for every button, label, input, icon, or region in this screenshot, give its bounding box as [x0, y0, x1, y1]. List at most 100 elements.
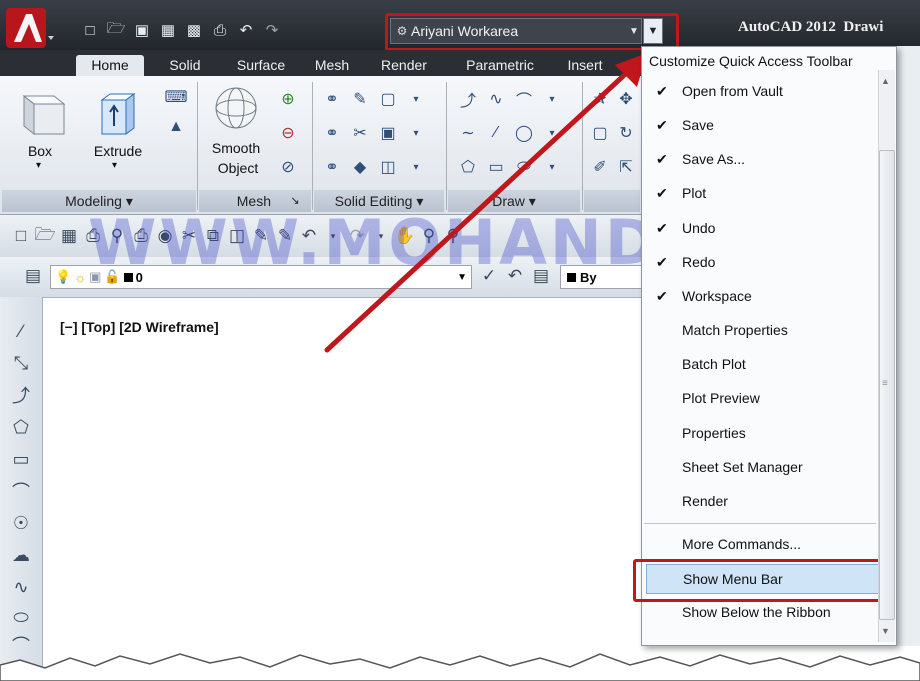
construction-line-icon[interactable]: ⤡	[8, 350, 34, 376]
revolve-icon[interactable]: ⌨	[164, 86, 188, 108]
box-icon[interactable]	[10, 88, 70, 138]
menu-item-label: Open from Vault	[682, 83, 783, 99]
layer-properties-icon[interactable]: ▤	[22, 265, 44, 287]
menu-item-redo[interactable]: ✔ Redo	[646, 248, 878, 276]
workspace-dropdown[interactable]: ⚙ Ariyani Workarea ▼	[390, 18, 642, 44]
spline-icon[interactable]: ∿	[8, 574, 34, 600]
checkmark-icon: ✔	[656, 220, 668, 236]
tab-surface[interactable]: Surface	[226, 55, 296, 76]
sun-icon: ☼	[74, 269, 87, 285]
box-label: Box	[27, 143, 53, 159]
menu-item-label: Match Properties	[682, 322, 788, 338]
polygon-icon[interactable]: ⬠	[8, 414, 34, 440]
chevron-down-icon[interactable]: ▾	[112, 160, 117, 171]
tab-home[interactable]: Home	[76, 55, 144, 76]
save-to-vault-icon[interactable]: ▣	[132, 21, 152, 39]
revision-cloud-icon[interactable]: ☁	[8, 542, 34, 568]
smooth-object-icon[interactable]	[212, 86, 262, 134]
line-icon[interactable]: ∕	[8, 318, 34, 344]
menu-item-render[interactable]: Render	[646, 487, 878, 515]
menu-item-label: More Commands...	[682, 536, 802, 552]
workspace-name: Ariyani Workarea	[411, 23, 519, 39]
polyline-icon[interactable]: ⤴	[8, 382, 34, 408]
save-icon[interactable]: ▦	[58, 225, 80, 247]
checkmark-icon: ✔	[656, 254, 668, 270]
menu-title: Customize Quick Access Toolbar	[649, 53, 853, 69]
plot-icon[interactable]: ⎙	[210, 21, 230, 39]
menu-item-properties[interactable]: Properties	[646, 419, 878, 447]
menu-item-label: Sheet Set Manager	[682, 459, 803, 475]
menu-item-label: Show Menu Bar	[683, 571, 783, 587]
mesh-remove-icon[interactable]: ⊖	[276, 122, 300, 144]
customize-qat-button[interactable]: ▼	[643, 18, 663, 44]
menu-item-label: Undo	[682, 220, 716, 236]
chevron-down-icon[interactable]: ▾	[36, 160, 41, 171]
checkmark-icon: ✔	[656, 117, 668, 133]
extrude-icon[interactable]	[92, 86, 142, 138]
object-label: Object	[217, 160, 259, 176]
menu-item-plot-preview[interactable]: Plot Preview	[646, 384, 878, 412]
menu-item-open-from-vault[interactable]: ✔ Open from Vault	[646, 77, 878, 105]
menu-item-undo[interactable]: ✔ Undo	[646, 214, 878, 242]
menu-item-save[interactable]: ✔ Save	[646, 111, 878, 139]
checkmark-icon: ✔	[656, 185, 668, 201]
autocad-logo-icon[interactable]	[6, 8, 56, 52]
new-icon[interactable]: □	[10, 225, 32, 247]
light-bulb-icon: 💡	[55, 269, 72, 284]
rectangle-icon[interactable]: ▭	[8, 446, 34, 472]
undo-icon[interactable]: ↶	[236, 21, 256, 39]
menu-item-label: Plot Preview	[682, 390, 760, 406]
menu-item-label: Plot	[682, 185, 707, 201]
open-icon[interactable]: 🗁	[34, 225, 56, 247]
menu-item-show-menu-bar[interactable]: Show Menu Bar	[646, 564, 880, 594]
save-icon[interactable]: ▦	[158, 21, 178, 39]
menu-item-batch-plot[interactable]: Batch Plot	[646, 350, 878, 378]
menu-item-save-as[interactable]: ✔ Save As...	[646, 145, 878, 173]
circle-icon[interactable]: ☉	[8, 510, 34, 536]
menu-item-label: Batch Plot	[682, 356, 746, 372]
panel-divider	[312, 82, 313, 210]
checkmark-icon: ✔	[656, 151, 668, 167]
menu-item-label: Properties	[682, 425, 746, 441]
background-strip	[895, 46, 920, 646]
smooth-label: Smooth	[211, 140, 261, 156]
panel-divider	[197, 82, 198, 210]
open-icon[interactable]: 🗁	[106, 20, 126, 39]
menu-item-match-properties[interactable]: Match Properties	[646, 316, 878, 344]
torn-edge-decoration	[0, 653, 920, 681]
quick-access-toolbar: □ 🗁 ▣ ▦ ▩ ⎙ ↶ ↷	[80, 18, 282, 42]
menu-item-workspace[interactable]: ✔ Workspace	[646, 282, 878, 310]
app-title: AutoCAD 2012	[738, 19, 836, 35]
gear-icon: ⚙	[396, 24, 408, 38]
menu-item-plot[interactable]: ✔ Plot	[646, 179, 878, 207]
window-title: AutoCAD 2012 Drawi	[738, 19, 883, 36]
annotation-arrow	[324, 53, 647, 353]
mesh-crease-icon[interactable]: ⊘	[276, 156, 300, 178]
menu-item-sheet-set-manager[interactable]: Sheet Set Manager	[646, 453, 878, 481]
scroll-up-icon[interactable]: ▲	[881, 76, 890, 86]
grip-icon: ≡	[882, 378, 888, 389]
arc-icon[interactable]: ⌒	[8, 478, 34, 504]
menu-item-label: Show Below the Ribbon	[682, 604, 831, 620]
menu-item-label: Save As...	[682, 151, 746, 167]
extrude-label: Extrude	[93, 143, 143, 159]
menu-separator	[644, 523, 876, 524]
presspull-icon[interactable]: ▲	[164, 116, 188, 138]
doc-title: Drawi	[843, 19, 884, 35]
menu-item-label: Render	[682, 493, 728, 509]
save-as-icon[interactable]: ▩	[184, 21, 204, 39]
checkmark-icon: ✔	[656, 288, 668, 304]
viewport-controls-label[interactable]: [−] [Top] [2D Wireframe]	[60, 319, 219, 335]
new-icon[interactable]: □	[80, 21, 100, 39]
chevron-down-icon: ▼	[629, 25, 639, 37]
checkmark-icon: ✔	[656, 83, 668, 99]
menu-item-label: Redo	[682, 254, 716, 270]
mesh-add-icon[interactable]: ⊕	[276, 88, 300, 110]
menu-item-more-commands[interactable]: More Commands...	[646, 530, 878, 558]
tab-solid[interactable]: Solid	[160, 55, 210, 76]
menu-item-label: Save	[682, 117, 714, 133]
menu-item-show-below-ribbon[interactable]: Show Below the Ribbon	[646, 598, 878, 626]
redo-icon[interactable]: ↷	[262, 21, 282, 39]
ellipse-icon[interactable]: ⬭	[8, 604, 34, 630]
menu-item-label: Workspace	[682, 288, 752, 304]
